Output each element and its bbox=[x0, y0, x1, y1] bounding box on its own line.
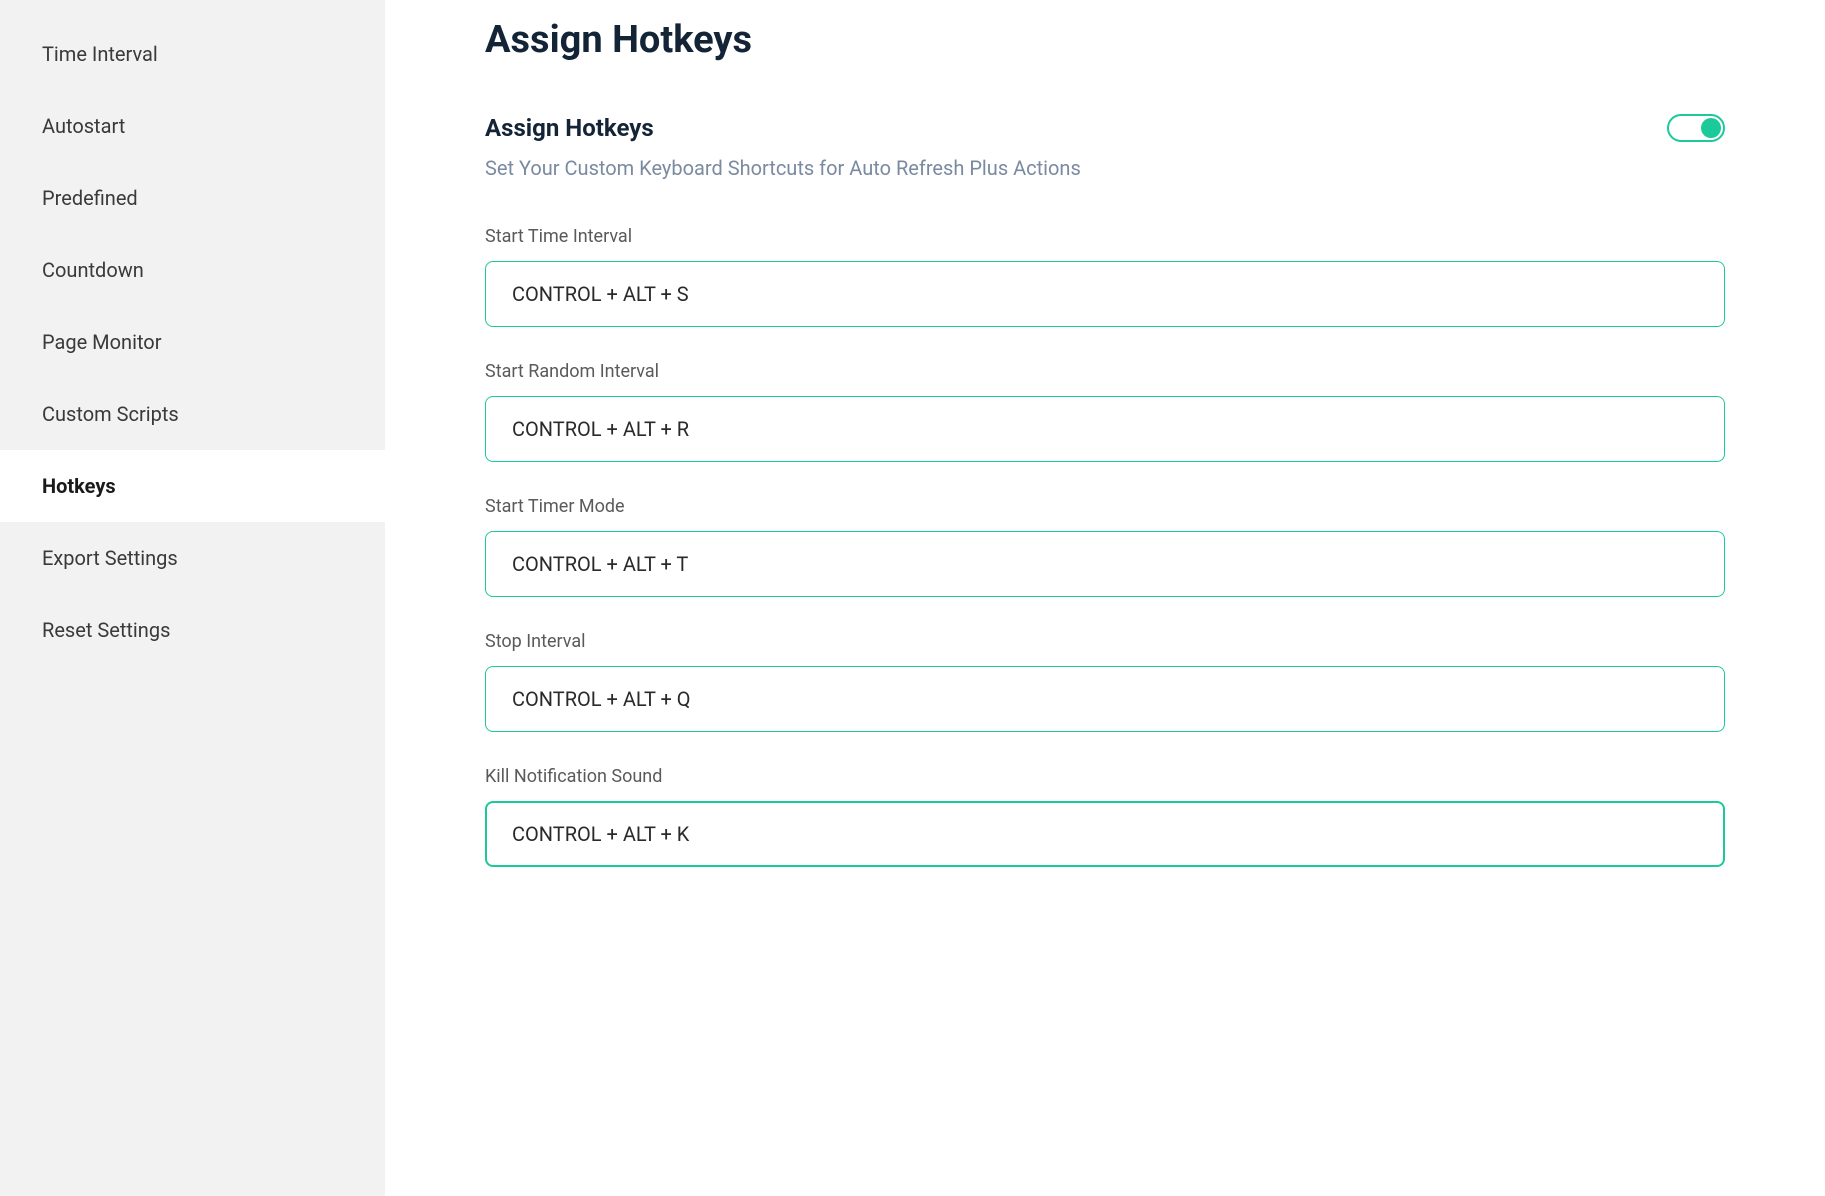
field-label: Start Time Interval bbox=[485, 226, 1725, 247]
sidebar-item-predefined[interactable]: Predefined bbox=[0, 162, 385, 234]
sidebar-item-hotkeys[interactable]: Hotkeys bbox=[0, 450, 385, 522]
sidebar-item-custom-scripts[interactable]: Custom Scripts bbox=[0, 378, 385, 450]
page-title: Assign Hotkeys bbox=[485, 18, 1725, 62]
sidebar-item-label: Export Settings bbox=[42, 546, 178, 570]
sidebar-item-label: Page Monitor bbox=[42, 330, 162, 354]
assign-hotkeys-toggle[interactable] bbox=[1667, 114, 1725, 142]
sidebar-item-label: Reset Settings bbox=[42, 618, 170, 642]
hotkey-input-stop-interval[interactable] bbox=[485, 666, 1725, 732]
section-title: Assign Hotkeys bbox=[485, 114, 654, 142]
sidebar-item-autostart[interactable]: Autostart bbox=[0, 90, 385, 162]
section-subtitle: Set Your Custom Keyboard Shortcuts for A… bbox=[485, 156, 1725, 180]
main-content: Assign Hotkeys Assign Hotkeys Set Your C… bbox=[385, 0, 1825, 1196]
hotkey-input-start-time-interval[interactable] bbox=[485, 261, 1725, 327]
field-label: Start Timer Mode bbox=[485, 496, 1725, 517]
hotkey-input-start-random-interval[interactable] bbox=[485, 396, 1725, 462]
field-start-timer-mode: Start Timer Mode bbox=[485, 496, 1725, 597]
sidebar-item-label: Hotkeys bbox=[42, 474, 116, 498]
field-label: Stop Interval bbox=[485, 631, 1725, 652]
sidebar-item-label: Autostart bbox=[42, 114, 125, 138]
toggle-knob bbox=[1701, 118, 1721, 138]
sidebar-item-label: Time Interval bbox=[42, 42, 158, 66]
sidebar-item-reset-settings[interactable]: Reset Settings bbox=[0, 594, 385, 666]
sidebar-item-export-settings[interactable]: Export Settings bbox=[0, 522, 385, 594]
hotkey-input-kill-notification-sound[interactable] bbox=[485, 801, 1725, 867]
field-start-random-interval: Start Random Interval bbox=[485, 361, 1725, 462]
section-header: Assign Hotkeys bbox=[485, 114, 1725, 142]
field-label: Start Random Interval bbox=[485, 361, 1725, 382]
field-label: Kill Notification Sound bbox=[485, 766, 1725, 787]
field-start-time-interval: Start Time Interval bbox=[485, 226, 1725, 327]
sidebar-item-label: Countdown bbox=[42, 258, 144, 282]
sidebar-item-time-interval[interactable]: Time Interval bbox=[0, 18, 385, 90]
sidebar: Time Interval Autostart Predefined Count… bbox=[0, 0, 385, 1196]
field-kill-notification-sound: Kill Notification Sound bbox=[485, 766, 1725, 867]
sidebar-item-page-monitor[interactable]: Page Monitor bbox=[0, 306, 385, 378]
field-stop-interval: Stop Interval bbox=[485, 631, 1725, 732]
hotkey-input-start-timer-mode[interactable] bbox=[485, 531, 1725, 597]
sidebar-item-label: Custom Scripts bbox=[42, 402, 179, 426]
sidebar-item-countdown[interactable]: Countdown bbox=[0, 234, 385, 306]
sidebar-item-label: Predefined bbox=[42, 186, 138, 210]
